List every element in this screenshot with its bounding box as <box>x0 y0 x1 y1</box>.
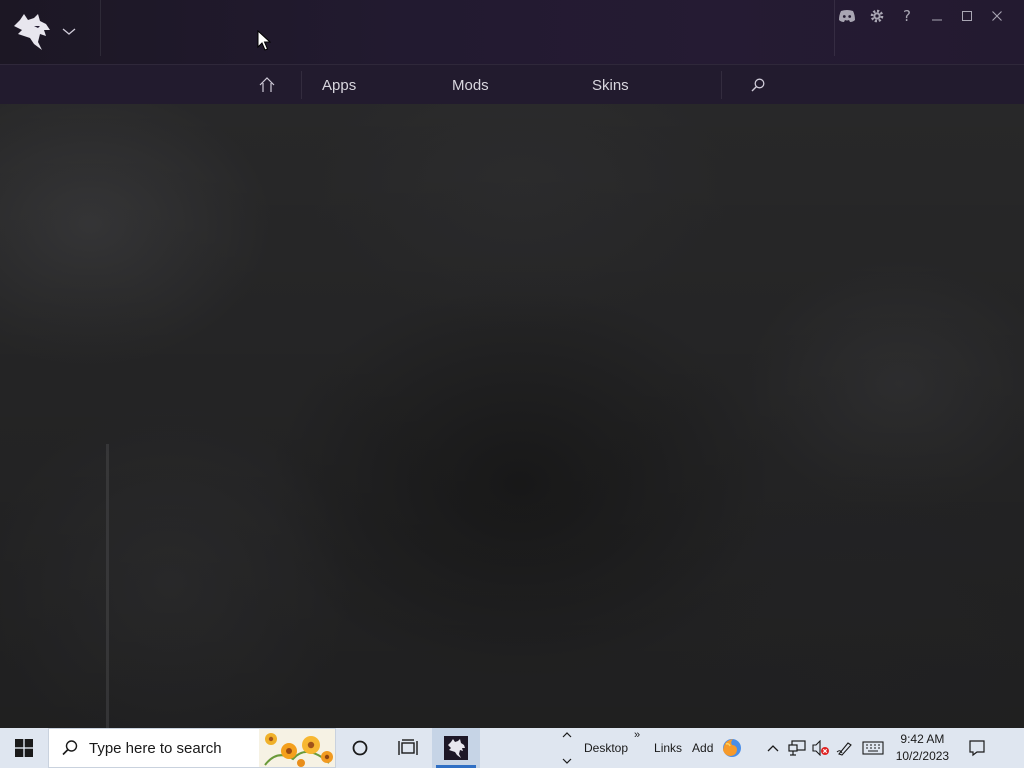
close-button[interactable] <box>982 1 1012 31</box>
home-icon <box>259 77 275 92</box>
search-icon <box>62 740 78 756</box>
chevron-up-icon <box>767 745 779 752</box>
maximize-icon <box>962 11 972 21</box>
start-button[interactable] <box>0 728 48 768</box>
divider <box>100 0 101 56</box>
chevron-up-icon <box>562 732 572 738</box>
nav-home[interactable] <box>254 71 280 99</box>
maximize-button[interactable] <box>952 1 982 31</box>
help-icon: ? <box>903 7 911 25</box>
toolbar-add[interactable]: Add <box>692 728 713 768</box>
nav-mods[interactable]: Mods <box>452 65 489 105</box>
taskbar: Type here to search Desktop » Links Add … <box>0 728 1024 768</box>
discord-icon <box>839 10 855 22</box>
cortana-circle-icon <box>352 740 368 756</box>
chevron-down-icon <box>562 758 572 764</box>
window-controls: ? <box>832 0 1024 32</box>
search-placeholder: Type here to search <box>89 739 222 757</box>
notification-icon <box>969 740 986 757</box>
settings-button[interactable] <box>862 1 892 31</box>
wolf-logo-icon <box>14 14 50 50</box>
taskbar-clock[interactable]: 9:42 AM 10/2/2023 <box>889 728 955 768</box>
firefox-icon <box>723 739 742 757</box>
title-bar: ? <box>0 0 1024 64</box>
toolbar-scroll[interactable] <box>558 728 576 768</box>
nav-search[interactable] <box>745 71 771 99</box>
pen-icon <box>837 742 853 756</box>
network-icon <box>788 740 807 756</box>
clock-date: 10/2/2023 <box>895 749 950 763</box>
app-window: ? Apps Mods Skins <box>0 0 1024 728</box>
minimize-button[interactable] <box>922 1 952 31</box>
keyboard-tray[interactable] <box>857 728 889 768</box>
wolf-app-icon <box>444 736 468 760</box>
toolbar-desktop[interactable]: Desktop <box>584 728 628 768</box>
toolbar-links[interactable]: Links <box>654 728 682 768</box>
taskbar-app-wolf[interactable] <box>432 728 480 768</box>
main-navigation: Apps Mods Skins <box>0 64 1024 104</box>
help-button[interactable]: ? <box>892 1 922 31</box>
tray-overflow-button[interactable] <box>761 728 785 768</box>
pen-tray[interactable] <box>833 728 857 768</box>
divider <box>721 71 722 99</box>
windows-logo-icon <box>15 739 33 757</box>
minimize-icon <box>932 19 942 21</box>
nav-apps[interactable]: Apps <box>322 65 356 105</box>
cortana-button[interactable] <box>336 728 384 768</box>
close-icon <box>992 11 1002 21</box>
network-tray[interactable] <box>785 728 809 768</box>
app-logo-menu[interactable] <box>10 10 100 54</box>
flowers-search-highlight-icon <box>259 729 335 767</box>
keyboard-icon <box>862 741 884 755</box>
discord-button[interactable] <box>832 1 862 31</box>
volume-tray[interactable] <box>809 728 833 768</box>
divider <box>301 71 302 99</box>
chevron-down-icon <box>62 28 76 35</box>
clock-time: 9:42 AM <box>900 732 945 746</box>
firefox-button[interactable] <box>719 728 745 768</box>
task-view-icon <box>398 739 418 755</box>
toolbar-overflow[interactable]: » <box>634 728 646 768</box>
gear-icon <box>870 9 884 23</box>
task-view-button[interactable] <box>384 728 432 768</box>
taskbar-search-box[interactable]: Type here to search <box>48 728 336 768</box>
search-icon <box>751 78 765 92</box>
volume-muted-icon <box>812 740 830 756</box>
hero-background <box>0 104 1024 728</box>
nav-skins[interactable]: Skins <box>592 65 629 105</box>
action-center-button[interactable] <box>955 728 999 768</box>
